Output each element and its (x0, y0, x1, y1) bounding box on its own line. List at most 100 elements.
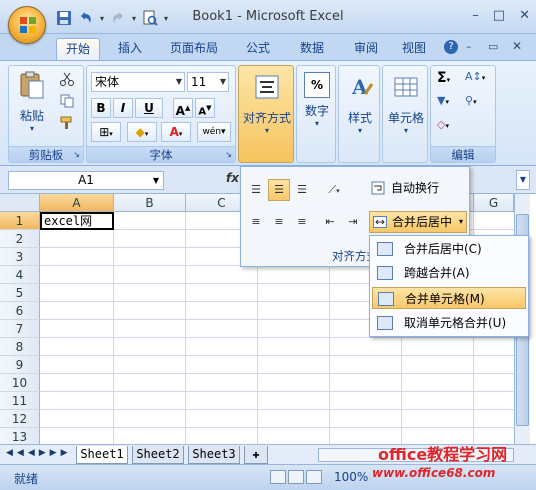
row-header[interactable]: 6 (0, 302, 40, 320)
name-box[interactable]: A1 ▼ (8, 171, 164, 190)
grid-line (40, 409, 514, 410)
insert-function-icon[interactable]: fx (226, 171, 239, 185)
merge-center-button[interactable]: 合并后居中 ▾ (369, 211, 467, 233)
tab-formulas[interactable]: 公式 (236, 38, 280, 60)
align-center-icon[interactable]: ≡ (268, 211, 290, 233)
align-bottom-icon[interactable]: ☰ (291, 179, 313, 201)
phonetic-icon[interactable]: wén▾ (197, 122, 231, 142)
menu-item-unmerge-cells[interactable]: 取消单元格合并(U) (372, 312, 526, 334)
column-header-b[interactable]: B (114, 194, 186, 212)
copy-icon[interactable] (59, 94, 75, 108)
grid-line (40, 427, 514, 428)
normal-view-icon[interactable] (270, 470, 286, 484)
alignment-group[interactable]: 对齐方式 ▾ (238, 65, 294, 163)
tab-view[interactable]: 视图 (392, 38, 436, 60)
font-size-combo[interactable]: 11 ▼ (187, 72, 229, 92)
wrap-text-button[interactable]: 自动换行 (391, 179, 439, 196)
autosum-icon[interactable]: Σ▾ (437, 70, 450, 86)
number-group[interactable]: % 数字 ▾ (296, 65, 336, 163)
close-icon[interactable]: ✕ (519, 8, 530, 23)
row-header[interactable]: 10 (0, 374, 40, 392)
decrease-indent-icon[interactable]: ⇤ (319, 211, 341, 233)
row-header[interactable]: 12 (0, 410, 40, 428)
italic-button[interactable]: I (113, 98, 133, 118)
formula-expand-icon[interactable]: ▼ (516, 170, 530, 190)
insert-sheet-icon[interactable]: ✚ (244, 446, 268, 464)
grid-line (185, 212, 186, 446)
row-header[interactable]: 5 (0, 284, 40, 302)
clipboard-launcher-icon[interactable]: ↘ (73, 150, 80, 159)
tab-home[interactable]: 开始 (56, 38, 100, 60)
column-header-a[interactable]: A (40, 194, 114, 212)
maximize-icon[interactable]: □ (493, 8, 505, 23)
ribbon-minimize-icon[interactable]: – (466, 40, 472, 53)
tab-page-layout[interactable]: 页面布局 (162, 38, 226, 60)
styles-group[interactable]: A 样式 ▾ (338, 65, 380, 163)
office-button[interactable] (8, 6, 46, 44)
tab-data[interactable]: 数据 (290, 38, 334, 60)
sheet-tab-sheet3[interactable]: Sheet3 (188, 446, 240, 464)
number-button[interactable]: % 数字 ▾ (299, 72, 335, 128)
row-header[interactable]: 4 (0, 266, 40, 284)
column-header-g[interactable]: G (474, 194, 514, 212)
cut-icon[interactable] (59, 72, 75, 86)
select-all-corner[interactable] (0, 194, 40, 212)
minimize-icon[interactable]: – (472, 8, 479, 23)
fill-color-icon[interactable]: ◆▾ (127, 122, 157, 142)
row-header[interactable]: 11 (0, 392, 40, 410)
row-header[interactable]: 1 (0, 212, 40, 230)
workbook-close-icon[interactable]: ✕ (512, 39, 522, 53)
tab-insert[interactable]: 插入 (108, 38, 152, 60)
find-select-icon[interactable]: ⚲▾ (465, 94, 477, 107)
format-painter-icon[interactable] (59, 116, 75, 130)
menu-item-merge-across[interactable]: 跨越合并(A) (372, 262, 526, 284)
cell-a1[interactable]: excel网 (40, 212, 114, 230)
align-right-icon[interactable]: ≡ (291, 211, 313, 233)
clear-icon[interactable]: ◇▾ (437, 118, 449, 131)
sheet-navigation-icon[interactable]: ◀◀◀▶▶▶ (6, 448, 72, 458)
cells-button[interactable]: 单元格 ▾ (385, 72, 427, 135)
increase-indent-icon[interactable]: ⇥ (342, 211, 364, 233)
orientation-icon[interactable]: ⟋▾ (319, 179, 349, 201)
font-color-icon[interactable]: A▾ (161, 122, 191, 142)
paste-button[interactable]: 粘贴 ▾ (15, 70, 49, 133)
styles-button[interactable]: A 样式 ▾ (341, 72, 379, 135)
wrap-text-icon[interactable] (371, 181, 385, 195)
font-launcher-icon[interactable]: ↘ (225, 150, 232, 159)
status-text: 就绪 (14, 472, 39, 486)
row-header[interactable]: 3 (0, 248, 40, 266)
sheet-tab-sheet2[interactable]: Sheet2 (132, 446, 184, 464)
fill-icon[interactable]: ▼▾ (437, 94, 449, 107)
align-top-icon[interactable]: ☰ (245, 179, 267, 201)
tab-review[interactable]: 审阅 (344, 38, 388, 60)
sort-filter-icon[interactable]: A↕▾ (465, 70, 485, 83)
row-header[interactable]: 2 (0, 230, 40, 248)
cells-group[interactable]: 单元格 ▾ (382, 65, 428, 163)
shrink-font-icon[interactable]: A▼ (195, 98, 215, 118)
grow-font-icon[interactable]: A▲ (173, 98, 193, 118)
row-header[interactable]: 8 (0, 338, 40, 356)
page-break-view-icon[interactable] (306, 470, 322, 484)
font-group: 宋体 ▼ 11 ▼ B I U A▲ A▼ ⊞▾ ◆▾ A▾ wén▾ 字体 ↘ (86, 65, 236, 163)
help-icon[interactable]: ? (444, 40, 458, 54)
row-header[interactable]: 9 (0, 356, 40, 374)
font-name-combo[interactable]: 宋体 ▼ (91, 72, 185, 92)
align-left-icon[interactable]: ≡ (245, 211, 267, 233)
grid-line (40, 355, 514, 356)
borders-icon[interactable]: ⊞▾ (91, 122, 121, 142)
zoom-level[interactable]: 100% (334, 470, 368, 484)
percent-icon: % (304, 72, 330, 98)
underline-button[interactable]: U (135, 98, 163, 118)
menu-item-merge-cells[interactable]: 合并单元格(M) (372, 287, 526, 309)
window-title: Book1 - Microsoft Excel (192, 9, 344, 24)
align-middle-icon[interactable]: ☰ (268, 179, 290, 201)
sheet-tab-sheet1[interactable]: Sheet1 (76, 446, 128, 464)
page-layout-view-icon[interactable] (288, 470, 304, 484)
ribbon-restore-icon[interactable]: ▭ (488, 40, 498, 53)
row-header[interactable]: 7 (0, 320, 40, 338)
bold-button[interactable]: B (91, 98, 111, 118)
styles-icon: A (351, 75, 374, 99)
merge-menu: 合并后居中(C) 跨越合并(A) 合并单元格(M) 取消单元格合并(U) (369, 235, 529, 337)
menu-item-merge-center[interactable]: 合并后居中(C) (372, 238, 526, 260)
alignment-button[interactable]: 对齐方式 ▾ (241, 72, 293, 135)
